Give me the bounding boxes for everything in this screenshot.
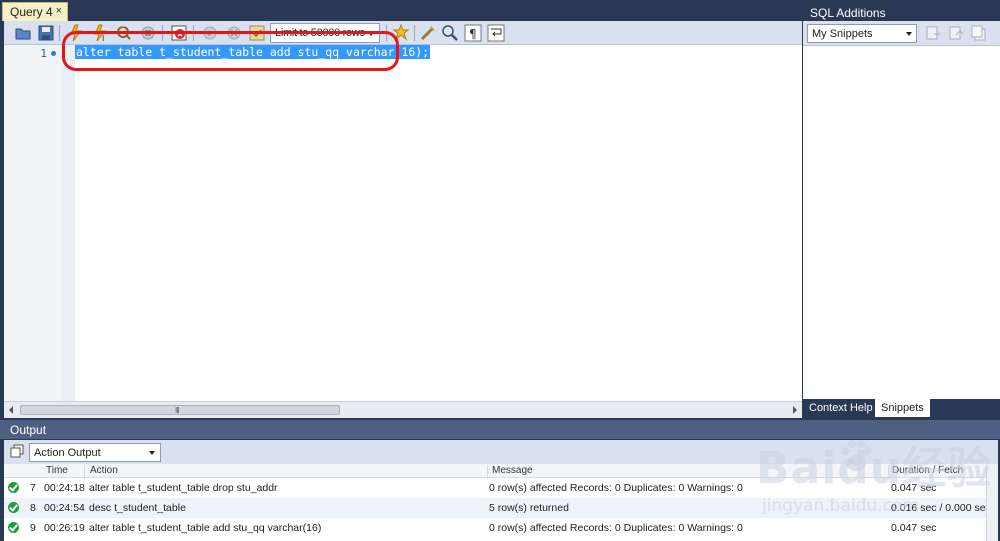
query-tab-strip: Query 4 ×: [0, 0, 802, 21]
snippets-list[interactable]: [803, 46, 1000, 399]
wrap-lines-icon[interactable]: [487, 24, 505, 42]
query-editor-pane: Query 4 × I Limit to 50000 rows ¶ 1 alte…: [0, 0, 802, 418]
grid-header: Time Action Message Duration / Fetch: [4, 464, 998, 479]
column-message[interactable]: Message: [492, 465, 533, 476]
close-tab-icon[interactable]: ×: [56, 5, 62, 17]
fold-column: [61, 45, 75, 401]
query-tab[interactable]: Query 4 ×: [2, 2, 68, 21]
action-output-grid: Time Action Message Duration / Fetch 7 0…: [4, 464, 998, 541]
horizontal-scrollbar[interactable]: III: [4, 401, 802, 418]
tab-snippets[interactable]: Snippets: [875, 399, 930, 417]
success-check-icon: [8, 482, 19, 493]
table-row[interactable]: 8 00:24:54 desc t_student_table 5 row(s)…: [4, 498, 998, 518]
query-tab-title: Query 4: [10, 5, 53, 19]
scroll-left-icon[interactable]: [9, 406, 13, 414]
highlight-annotation: [62, 31, 399, 71]
success-check-icon: [8, 522, 19, 533]
replace-snippet-icon[interactable]: [948, 25, 964, 41]
scroll-thumb[interactable]: III: [20, 405, 340, 415]
row-message: 5 row(s) returned: [489, 502, 569, 514]
copy-output-icon[interactable]: [10, 444, 24, 458]
snippets-select-value: My Snippets: [812, 28, 873, 40]
save-icon[interactable]: [37, 24, 55, 42]
row-duration: 0.047 sec: [891, 482, 937, 494]
row-action: desc t_student_table: [89, 502, 186, 514]
column-action[interactable]: Action: [90, 465, 118, 476]
row-time: 00:26:19: [44, 522, 85, 534]
vertical-scrollbar[interactable]: [986, 464, 998, 541]
chevron-down-icon: [149, 451, 155, 455]
svg-text:¶: ¶: [469, 27, 477, 41]
row-number: 7: [30, 482, 36, 494]
snippets-toolbar: My Snippets: [803, 21, 1000, 46]
output-title-bar: Output: [0, 420, 1000, 439]
find-icon[interactable]: [441, 24, 459, 42]
copy-snippet-icon[interactable]: [971, 25, 987, 41]
column-duration[interactable]: Duration / Fetch: [892, 465, 963, 476]
success-check-icon: [8, 502, 19, 513]
invisible-chars-icon[interactable]: ¶: [464, 24, 482, 42]
beautify-icon[interactable]: [419, 24, 437, 42]
row-duration: 0.047 sec: [891, 522, 937, 534]
open-file-icon[interactable]: [14, 24, 32, 42]
column-time[interactable]: Time: [46, 465, 68, 476]
tab-context-help[interactable]: Context Help: [803, 399, 879, 417]
row-action: alter table t_student_table drop stu_add…: [89, 482, 278, 494]
output-pane: Output Action Output Time Action Message…: [0, 420, 1000, 541]
row-action: alter table t_student_table add stu_qq v…: [89, 522, 322, 534]
output-mode-value: Action Output: [34, 447, 101, 459]
row-duration: 0.016 sec / 0.000 sec: [891, 502, 991, 514]
snippets-select[interactable]: My Snippets: [807, 24, 917, 43]
row-time: 00:24:54: [44, 502, 85, 514]
line-number-gutter: 1: [4, 45, 61, 401]
row-number: 9: [30, 522, 36, 534]
row-message: 0 row(s) affected Records: 0 Duplicates:…: [489, 482, 743, 494]
table-row[interactable]: 9 00:26:19 alter table t_student_table a…: [4, 518, 998, 538]
statement-marker-icon: [51, 51, 56, 56]
chevron-down-icon: [906, 32, 912, 36]
output-toolbar: Action Output: [4, 440, 998, 464]
row-number: 8: [30, 502, 36, 514]
sql-editor[interactable]: 1 alter table t_student_table add stu_qq…: [4, 45, 802, 401]
additions-tabs: Context Help Snippets: [803, 399, 1000, 418]
row-time: 00:24:18: [44, 482, 85, 494]
sql-additions-title: SQL Additions: [810, 6, 886, 20]
table-row[interactable]: 7 00:24:18 alter table t_student_table d…: [4, 478, 998, 498]
output-mode-select[interactable]: Action Output: [29, 443, 161, 462]
scroll-grip: III: [175, 406, 180, 415]
sql-additions-pane: SQL Additions My Snippets Context Help S…: [803, 0, 1000, 418]
scroll-right-icon[interactable]: [793, 406, 797, 414]
output-title: Output: [10, 423, 47, 437]
line-number: 1: [40, 47, 47, 60]
insert-snippet-icon[interactable]: [925, 25, 941, 41]
row-message: 0 row(s) affected Records: 0 Duplicates:…: [489, 522, 743, 534]
